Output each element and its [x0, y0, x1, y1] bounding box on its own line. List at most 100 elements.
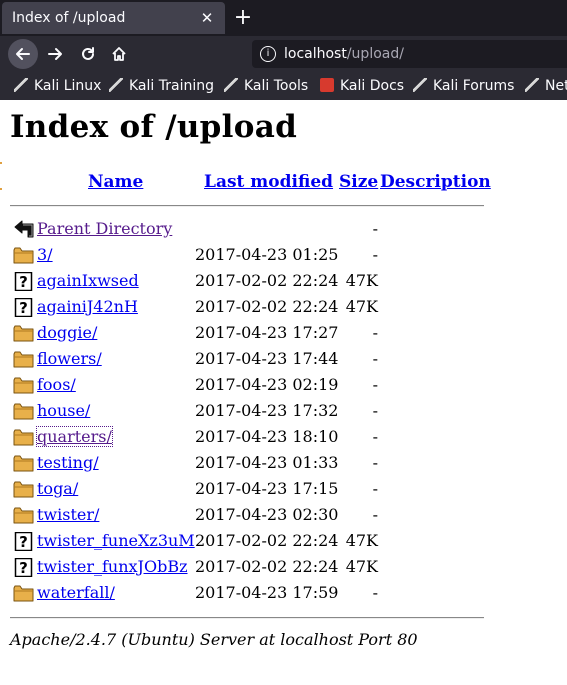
bookmark-kali-training[interactable]: Kali Training — [109, 77, 214, 95]
edge-marker — [0, 188, 2, 190]
tab-active[interactable]: Index of /upload ✕ — [2, 2, 225, 34]
url-host: localhost — [284, 46, 347, 62]
table-row: waterfall/2017-04-23 17:59 - — [0, 580, 567, 606]
last-modified-cell: 2017-04-23 17:15 — [195, 479, 339, 498]
bookmark-label: Kali Tools — [244, 78, 309, 94]
forward-button[interactable] — [40, 39, 70, 69]
size-cell: - — [372, 505, 378, 524]
home-button[interactable] — [104, 39, 134, 69]
svg-text:?: ? — [19, 559, 28, 577]
bookmark-kali-docs[interactable]: Kali Docs — [320, 77, 404, 95]
file-link[interactable]: twister_funxJObBz — [37, 557, 188, 576]
info-icon[interactable]: i — [260, 46, 276, 62]
last-modified-cell: 2017-04-23 17:27 — [195, 323, 339, 342]
arrow-left-icon — [16, 48, 30, 60]
column-header-size[interactable]: Size — [339, 172, 378, 192]
bookmark-label: Kali Linux — [34, 78, 102, 94]
close-tab-icon[interactable]: ✕ — [197, 8, 217, 28]
size-cell: - — [372, 219, 378, 238]
file-link[interactable]: foos/ — [37, 375, 76, 394]
folder-icon — [13, 402, 34, 421]
bookmark-label: Kali Docs — [340, 78, 405, 94]
size-cell: 47K — [345, 297, 378, 316]
size-cell: 47K — [345, 557, 378, 576]
server-signature: Apache/2.4.7 (Ubuntu) Server at localhos… — [10, 630, 418, 649]
table-row: ? againiJ42nH 2017-02-02 22:24 47K — [0, 294, 567, 320]
file-link[interactable]: flowers/ — [37, 349, 102, 368]
table-row: house/2017-04-23 17:32 - — [0, 398, 567, 424]
file-link[interactable]: twister_funeXz3uM — [37, 531, 195, 550]
table-row: ? twister_funeXz3uM 2017-02-02 22:24 47K — [0, 528, 567, 554]
file-link[interactable]: testing/ — [37, 453, 99, 472]
file-link[interactable]: 3/ — [37, 245, 53, 264]
folder-icon — [13, 246, 34, 265]
reload-button[interactable] — [73, 39, 103, 69]
unknown-file-icon: ? — [13, 531, 33, 552]
bookmark-label: Kali Forums — [433, 78, 515, 94]
unknown-file-icon: ? — [13, 557, 33, 578]
last-modified-cell: 2017-04-23 18:10 — [195, 427, 339, 446]
file-link[interactable]: againIxwsed — [37, 271, 139, 290]
column-header-name[interactable]: Name — [88, 172, 143, 192]
bookmark-net[interactable]: Net — [525, 77, 567, 95]
size-cell: - — [372, 583, 378, 602]
last-modified-cell: 2017-02-02 22:24 — [195, 271, 339, 290]
table-row: twister/2017-04-23 02:30 - — [0, 502, 567, 528]
table-row: quarters/2017-04-23 18:10 - — [0, 424, 567, 450]
file-link[interactable]: doggie/ — [37, 323, 97, 342]
file-link[interactable]: twister/ — [37, 505, 99, 524]
table-row: flowers/2017-04-23 17:44 - — [0, 346, 567, 372]
folder-icon — [13, 428, 34, 447]
size-cell: - — [372, 427, 378, 446]
last-modified-cell: 2017-02-02 22:24 — [195, 531, 339, 550]
back-button[interactable] — [8, 39, 38, 69]
table-row: ? againIxwsed 2017-02-02 22:24 47K — [0, 268, 567, 294]
url-path: /upload/ — [346, 46, 404, 62]
parent-directory-link[interactable]: Parent Directory — [37, 219, 172, 238]
size-cell: - — [372, 323, 378, 342]
back-arrow-icon — [13, 220, 34, 239]
folder-icon — [13, 584, 34, 603]
arrow-right-icon — [48, 48, 62, 60]
last-modified-cell: 2017-04-23 17:59 — [195, 583, 339, 602]
svg-text:?: ? — [19, 273, 28, 291]
column-header-last-modified[interactable]: Last modified — [204, 172, 333, 192]
last-modified-cell: 2017-04-23 02:30 — [195, 505, 339, 524]
kali-dragon-icon — [109, 78, 123, 92]
table-row: ? twister_funxJObBz 2017-02-02 22:24 47K — [0, 554, 567, 580]
column-header-description[interactable]: Description — [380, 172, 491, 192]
bookmarks-toolbar: Kali Linux Kali Training Kali Tools Kali… — [0, 72, 567, 100]
size-cell: - — [372, 479, 378, 498]
new-tab-button[interactable]: + — [230, 4, 256, 32]
last-modified-cell: 2017-04-23 01:33 — [195, 453, 339, 472]
size-cell: - — [372, 453, 378, 472]
url-bar[interactable]: i localhost/upload/ — [252, 40, 567, 68]
tab-bar: Index of /upload ✕ + — [0, 0, 567, 36]
size-cell: - — [372, 349, 378, 368]
header-divider — [10, 205, 484, 207]
file-link[interactable]: house/ — [37, 401, 90, 420]
svg-text:?: ? — [19, 533, 28, 551]
table-row: doggie/2017-04-23 17:27 - — [0, 320, 567, 346]
folder-icon — [13, 506, 34, 525]
bookmark-kali-forums[interactable]: Kali Forums — [413, 77, 514, 95]
file-link[interactable]: waterfall/ — [37, 583, 115, 602]
file-link[interactable]: quarters/ — [36, 426, 113, 447]
kali-dragon-icon — [525, 78, 539, 92]
home-icon — [112, 47, 126, 61]
last-modified-cell: 2017-02-02 22:24 — [195, 297, 339, 316]
last-modified-cell: 2017-02-02 22:24 — [195, 557, 339, 576]
last-modified-cell: 2017-04-23 17:32 — [195, 401, 339, 420]
table-row: 3/2017-04-23 01:25 - — [0, 242, 567, 268]
file-link[interactable]: againiJ42nH — [37, 297, 138, 316]
file-link[interactable]: toga/ — [37, 479, 78, 498]
kali-dragon-icon — [14, 78, 28, 92]
bookmark-kali-linux[interactable]: Kali Linux — [14, 77, 101, 95]
bookmark-kali-tools[interactable]: Kali Tools — [224, 77, 308, 95]
page-content: Index of /upload Name Last modified Size… — [0, 100, 567, 685]
table-row: toga/2017-04-23 17:15 - — [0, 476, 567, 502]
folder-icon — [13, 480, 34, 499]
folder-icon — [13, 376, 34, 395]
folder-icon — [13, 324, 34, 343]
edge-marker — [0, 162, 2, 164]
